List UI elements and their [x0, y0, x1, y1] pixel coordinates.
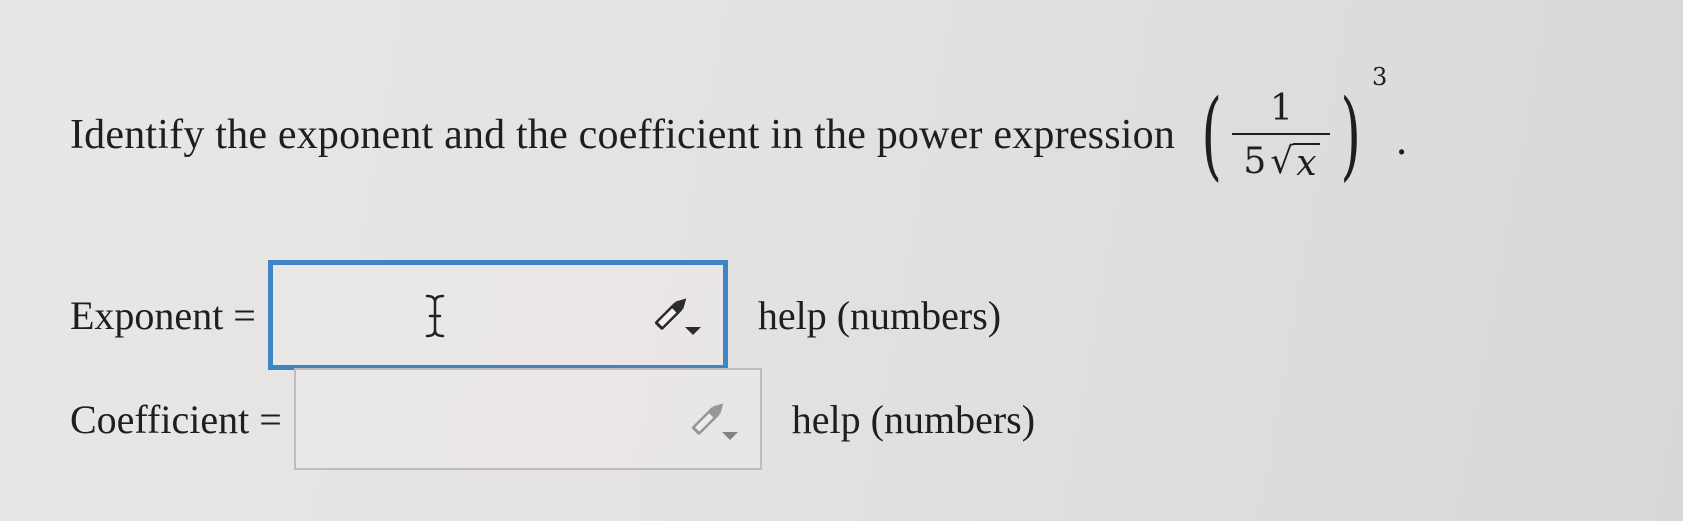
fraction: 1 5 √ x — [1232, 87, 1331, 183]
question-prompt: Identify the exponent and the coefficien… — [70, 60, 1408, 210]
exponent-row: Exponent = help (numbers) — [70, 260, 1001, 370]
open-paren: ( — [1201, 79, 1223, 191]
trailing-period: . — [1395, 118, 1408, 164]
exponent-answer-box[interactable] — [267, 260, 728, 370]
close-paren: ) — [1340, 79, 1362, 191]
coefficient-label: Coefficient = — [70, 396, 282, 442]
fraction-bar — [1232, 133, 1331, 135]
fraction-numerator: 1 — [1270, 87, 1293, 129]
pencil-dropdown-icon[interactable] — [651, 295, 703, 339]
denominator-coefficient: 5 — [1243, 141, 1267, 182]
question-text: Identify the exponent and the coefficien… — [70, 112, 1176, 158]
coefficient-answer-box[interactable] — [293, 368, 762, 470]
power-expression: ( 1 5 √ x ) 3 . — [1193, 63, 1408, 191]
coefficient-help-link[interactable]: help (numbers) — [792, 396, 1035, 443]
radicand: x — [1293, 142, 1320, 183]
fraction-denominator: 5 √ x — [1243, 141, 1320, 183]
sqrt-symbol: √ — [1270, 141, 1294, 182]
outer-exponent: 3 — [1371, 63, 1388, 91]
coefficient-row: Coefficient = help (numbers) — [70, 368, 1035, 470]
exponent-help-link[interactable]: help (numbers) — [758, 292, 1001, 339]
text-cursor-icon — [425, 294, 445, 338]
pencil-dropdown-icon[interactable] — [688, 400, 740, 444]
exponent-label: Exponent = — [70, 292, 256, 338]
